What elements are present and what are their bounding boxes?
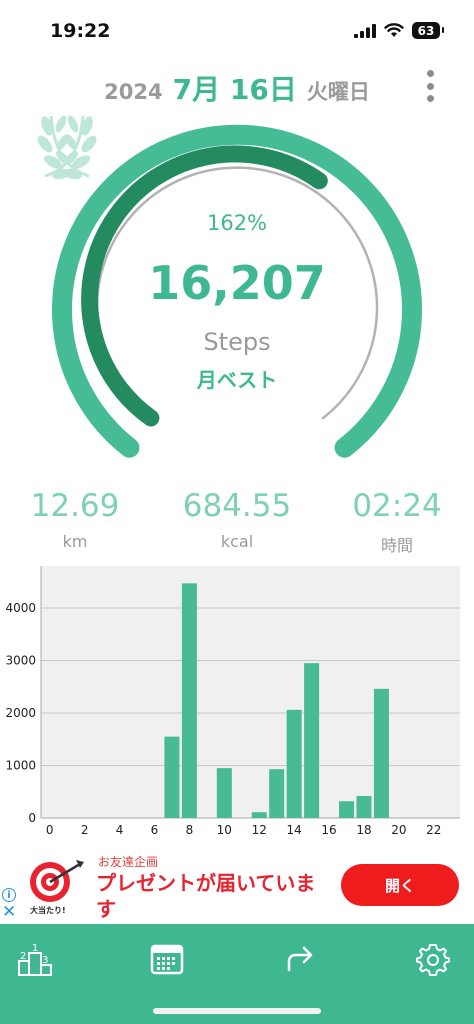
more-dot-icon <box>426 95 434 102</box>
status-icons: 63 <box>354 22 444 39</box>
tab-share[interactable] <box>279 938 321 980</box>
ad-target-logo: 大当たり! <box>30 860 84 915</box>
ad-banner[interactable]: 大当たり! お友達企画 プレゼントが届いています 開く i ✕ <box>0 850 474 924</box>
chart-xtick-label: 2 <box>81 823 89 837</box>
bottom-tab-bar: 1 2 3 <box>0 924 474 1024</box>
chart-bar <box>251 812 267 818</box>
chart-bar <box>269 769 285 818</box>
chart-bar <box>216 768 232 818</box>
stat-label: 時間 <box>380 536 413 555</box>
signal-icon <box>354 23 376 38</box>
stat-value: 684.55 <box>182 488 292 524</box>
home-indicator <box>153 1008 321 1014</box>
chart-xtick-label: 20 <box>391 823 406 837</box>
chart-ytick-label: 2000 <box>5 706 36 720</box>
chart-xtick-label: 4 <box>116 823 124 837</box>
more-dot-icon <box>426 82 434 90</box>
chart-xtick-label: 8 <box>186 823 194 837</box>
stats-row: 12.69 km 684.55 kcal 02:24 時間 <box>0 488 474 558</box>
chart-bar <box>339 801 355 818</box>
chart-xtick-label: 10 <box>217 823 232 837</box>
share-icon <box>287 946 313 972</box>
ad-caption: お友達企画 <box>98 855 159 869</box>
svg-text:3: 3 <box>42 955 48 966</box>
chart-bar <box>373 688 389 818</box>
monthly-best-badge: 月ベスト <box>196 368 278 392</box>
date-weekday: 火曜日 <box>306 80 370 104</box>
ad-headline[interactable]: プレゼントが届いています <box>96 870 332 922</box>
calendar-icon <box>150 944 184 975</box>
chart-svg: 0 1000 2000 3000 4000 0 2 4 6 8 10 12 14 16 18 20 22 <box>5 566 460 837</box>
more-options-button[interactable] <box>422 70 438 102</box>
status-bar: 19:22 63 <box>0 0 474 58</box>
hourly-steps-chart: 0 1000 2000 3000 4000 0 2 4 6 8 10 12 14 16 18 20 22 <box>0 562 474 847</box>
ranking-icon: 1 2 3 <box>18 943 52 976</box>
chart-xtick-label: 16 <box>321 823 336 837</box>
battery-level: 63 <box>417 23 435 38</box>
stat-duration: 02:24 時間 <box>342 488 452 556</box>
chart-plot-area <box>41 566 460 818</box>
chart-xtick-label: 0 <box>46 823 54 837</box>
chart-bar <box>164 736 180 818</box>
battery-icon: 63 <box>412 22 444 39</box>
stat-label: kcal <box>220 532 254 551</box>
stat-calories: 684.55 kcal <box>167 488 307 551</box>
chart-xtick-label: 6 <box>151 823 159 837</box>
tab-calendar[interactable] <box>146 938 188 980</box>
svg-text:2: 2 <box>20 951 26 962</box>
gauge-percent: 162% <box>206 211 268 235</box>
gauge-unit: Steps <box>203 328 271 356</box>
gear-icon <box>416 944 450 976</box>
ad-info-icon[interactable]: i <box>2 888 16 902</box>
chart-xtick-label: 18 <box>356 823 371 837</box>
ad-open-button[interactable]: 開く <box>341 864 459 906</box>
more-dot-icon <box>426 70 434 77</box>
chart-bar <box>356 795 372 818</box>
ad-close-icon[interactable]: ✕ <box>2 904 16 921</box>
stat-distance: 12.69 km <box>20 488 130 551</box>
ad-logo-text: 大当たり! <box>30 905 66 915</box>
chart-xtick-label: 14 <box>287 823 302 837</box>
laurel-right-icon <box>44 115 97 180</box>
chart-ytick-label: 4000 <box>5 601 36 615</box>
chart-bar <box>181 583 197 818</box>
chart-bar <box>286 709 302 818</box>
chart-ytick-label: 3000 <box>5 654 36 668</box>
tab-ranking[interactable]: 1 2 3 <box>15 938 57 980</box>
date-year: 2024 <box>104 80 163 104</box>
wifi-icon <box>384 23 404 37</box>
steps-gauge: 162% 16,207 Steps 月ベスト <box>37 108 437 478</box>
status-time: 19:22 <box>50 20 111 42</box>
stat-value: 02:24 <box>352 488 442 524</box>
date-header: 2024 7月 16日 火曜日 <box>0 68 474 108</box>
gauge-steps: 16,207 <box>148 256 326 310</box>
svg-text:1: 1 <box>32 943 38 954</box>
stat-value: 12.69 <box>30 488 120 524</box>
chart-xtick-label: 22 <box>426 823 441 837</box>
chart-ytick-label: 0 <box>28 811 36 825</box>
chart-ytick-label: 1000 <box>5 759 36 773</box>
stat-label: km <box>62 532 88 551</box>
chart-xtick-label: 12 <box>252 823 267 837</box>
chart-bar <box>304 663 320 818</box>
tab-settings[interactable] <box>412 938 454 980</box>
date-main[interactable]: 7月 16日 <box>173 68 297 108</box>
